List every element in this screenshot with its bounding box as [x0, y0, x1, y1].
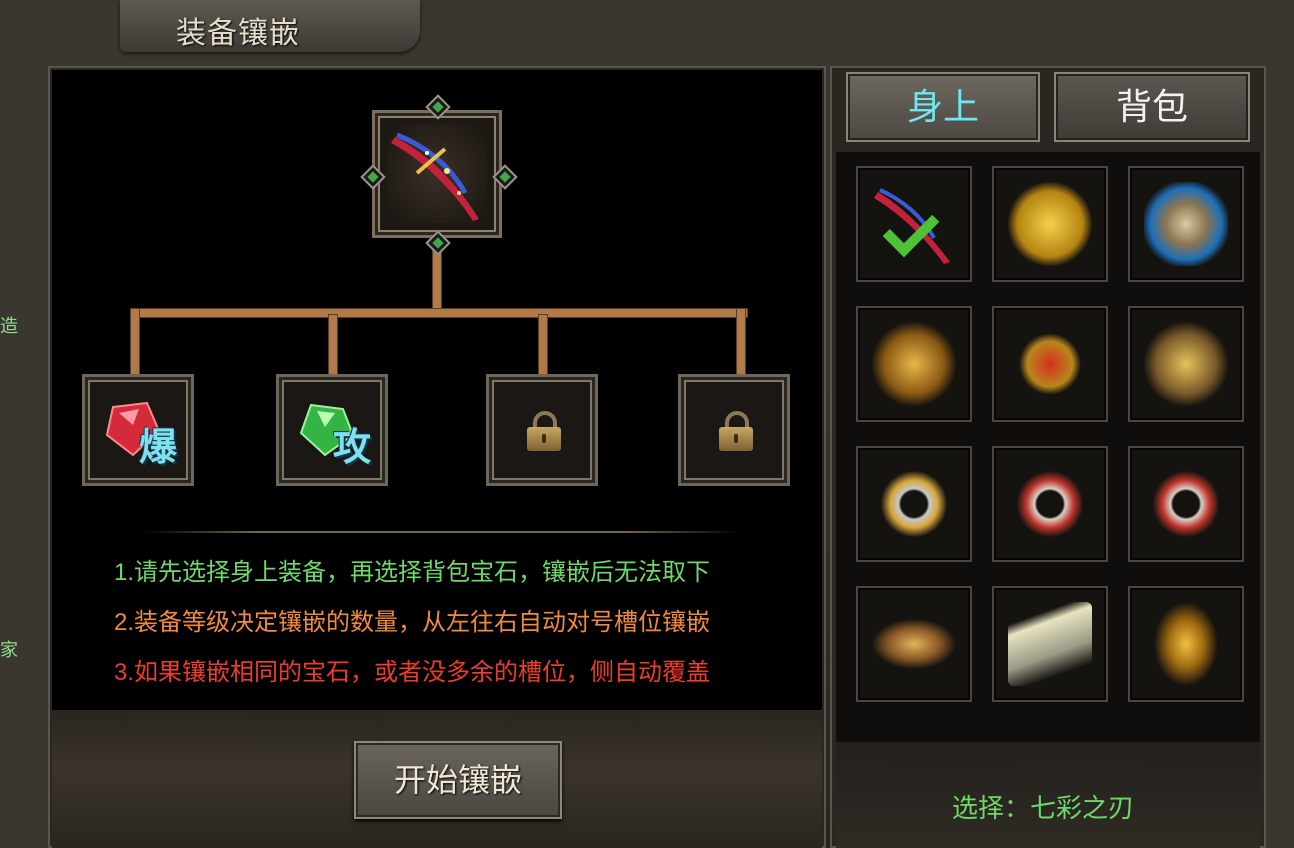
lock-icon	[527, 411, 561, 451]
equipment-cell[interactable]	[992, 166, 1108, 282]
window-title: 装备镶嵌	[176, 17, 300, 50]
side-char: 造	[0, 316, 18, 337]
gem-socket-4[interactable]	[678, 374, 790, 486]
instruction-2: 2.装备等级决定镶嵌的数量，从左往右自动对号槽位镶嵌	[114, 609, 711, 636]
bracelet-icon	[872, 462, 956, 546]
red-medal-icon	[1008, 322, 1092, 406]
equipment-cell[interactable]	[992, 586, 1108, 702]
connector	[130, 308, 748, 318]
instruction-3: 3.如果镶嵌相同的宝石，或者没多余的槽位，侧自动覆盖	[114, 659, 711, 686]
lock-icon	[719, 411, 753, 451]
blue-hat-icon	[1144, 182, 1228, 266]
seven-color-blade-icon	[387, 123, 487, 223]
equipment-cell[interactable]	[1128, 446, 1244, 562]
socket-label: 爆	[138, 425, 177, 469]
gold-helmet-icon	[1144, 322, 1228, 406]
start-inlay-button[interactable]: 开始镶嵌	[354, 741, 562, 819]
equipment-cell[interactable]	[1128, 166, 1244, 282]
equipment-cell[interactable]	[992, 306, 1108, 422]
connector	[538, 314, 548, 378]
equipment-cell[interactable]	[856, 166, 972, 282]
ring-icon	[872, 602, 956, 686]
gem-socket-1[interactable]: 爆	[82, 374, 194, 486]
equipment-cell[interactable]	[856, 586, 972, 702]
bracelet-icon	[1008, 462, 1092, 546]
connector	[130, 308, 140, 378]
selected-item-label: 选择：七彩之刃	[952, 793, 1135, 823]
tab-backpack[interactable]: 背包	[1054, 72, 1250, 142]
tab-equipped[interactable]: 身上	[846, 72, 1040, 142]
side-char: 家	[0, 640, 18, 661]
equipment-slot[interactable]	[372, 110, 502, 238]
equipment-cell[interactable]	[856, 306, 972, 422]
gold-belt-icon	[1144, 602, 1228, 686]
socket-label: 攻	[332, 425, 371, 469]
gem-socket-3[interactable]	[486, 374, 598, 486]
connector	[328, 314, 338, 378]
connector	[736, 308, 746, 378]
silver-boots-icon	[1008, 602, 1092, 686]
gold-armor-icon	[1008, 182, 1092, 266]
equipment-cell[interactable]	[1128, 586, 1244, 702]
gem-socket-2[interactable]: 攻	[276, 374, 388, 486]
bracelet-icon	[1144, 462, 1228, 546]
gold-necklace-icon	[872, 322, 956, 406]
equipment-cell[interactable]	[856, 446, 972, 562]
equipment-cell[interactable]	[1128, 306, 1244, 422]
instruction-1: 1.请先选择身上装备，再选择背包宝石，镶嵌后无法取下	[114, 559, 711, 586]
equipment-cell[interactable]	[992, 446, 1108, 562]
connector	[432, 250, 442, 312]
divider	[142, 531, 742, 533]
